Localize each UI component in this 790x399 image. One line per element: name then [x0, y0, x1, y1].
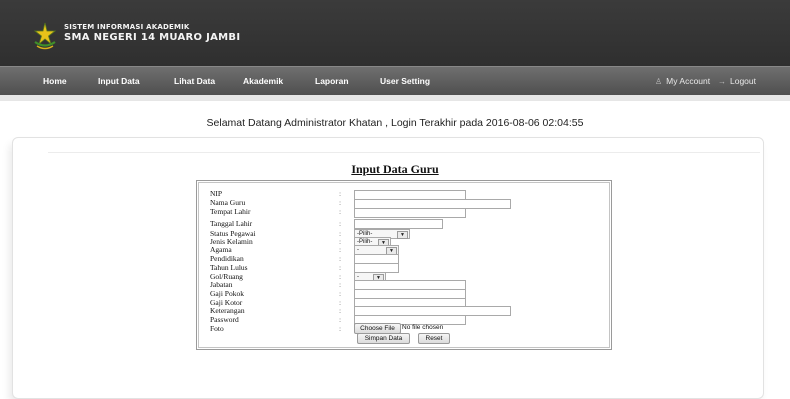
my-account-link[interactable]: ♙ My Account	[655, 67, 710, 95]
nav-shadow-strip	[0, 95, 790, 101]
nav-user-setting[interactable]: User Setting	[380, 67, 430, 95]
label-tempat-lahir: Tempat Lahir	[210, 207, 251, 216]
logout-label: Logout	[730, 76, 756, 86]
colon: :	[339, 289, 342, 298]
chevron-down-icon: ▼	[397, 231, 408, 239]
school-emblem-icon	[33, 22, 57, 50]
panel-divider	[48, 152, 760, 153]
agama-value: -	[357, 247, 359, 253]
app-header: SISTEM INFORMASI AKADEMIK SMA NEGERI 14 …	[0, 0, 790, 66]
colon: :	[339, 189, 342, 198]
label-tanggal-lahir: Tanggal Lahir	[210, 219, 253, 228]
label-jabatan: Jabatan	[210, 280, 233, 289]
user-icon: ♙	[655, 77, 663, 86]
colon: :	[339, 324, 342, 333]
colon: :	[339, 315, 342, 324]
colon: :	[339, 306, 342, 315]
colon: :	[339, 254, 342, 263]
my-account-label: My Account	[666, 76, 711, 86]
colon: :	[339, 245, 342, 254]
save-button[interactable]: Simpan Data	[357, 333, 410, 344]
label-nama-guru: Nama Guru	[210, 198, 246, 207]
no-file-chosen-text: No file chosen	[402, 324, 444, 331]
nav-input-data[interactable]: Input Data	[98, 67, 140, 95]
colon: :	[339, 280, 342, 289]
form-title: Input Data Guru	[351, 162, 439, 176]
tempat-lahir-input[interactable]	[354, 208, 466, 218]
main-nav: Home Input Data Lihat Data Akademik Lapo…	[0, 66, 790, 95]
label-gaji-pokok: Gaji Pokok	[210, 289, 244, 298]
logout-link[interactable]: → Logout	[718, 67, 756, 95]
nav-akademik[interactable]: Akademik	[243, 67, 283, 95]
colon: :	[339, 263, 342, 272]
reset-button[interactable]: Reset	[418, 333, 450, 344]
nav-laporan[interactable]: Laporan	[315, 67, 349, 95]
nav-home[interactable]: Home	[43, 67, 67, 95]
label-keterangan: Keterangan	[210, 306, 245, 315]
colon: :	[339, 207, 342, 216]
colon: :	[339, 219, 342, 228]
colon: :	[339, 198, 342, 207]
school-title-line1: SISTEM INFORMASI AKADEMIK	[64, 23, 190, 31]
label-password: Password	[210, 315, 239, 324]
nav-lihat-data[interactable]: Lihat Data	[174, 67, 215, 95]
school-title: SISTEM INFORMASI AKADEMIK SMA NEGERI 14 …	[64, 24, 240, 43]
school-title-line2: SMA NEGERI 14 MUARO JAMBI	[64, 32, 241, 43]
arrow-right-icon: →	[718, 77, 726, 86]
tanggal-lahir-input[interactable]	[354, 219, 443, 229]
welcome-message: Selamat Datang Administrator Khatan , Lo…	[206, 117, 584, 129]
label-tahun-lulus: Tahun Lulus	[210, 263, 248, 272]
label-pendidikan: Pendidikan	[210, 254, 244, 263]
label-nip: NIP	[210, 189, 223, 198]
label-foto: Foto	[210, 324, 224, 333]
label-agama: Agama	[210, 245, 232, 254]
